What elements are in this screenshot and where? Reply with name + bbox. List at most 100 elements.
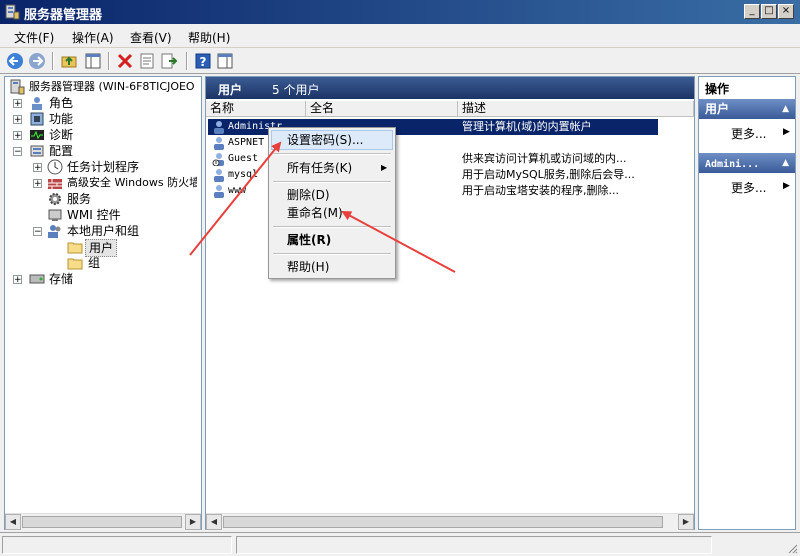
- expand-icon[interactable]: +: [13, 131, 22, 141]
- properties-icon[interactable]: [138, 52, 156, 70]
- tree-item-roles[interactable]: + 角色: [11, 95, 191, 111]
- menu-item-all-tasks[interactable]: 所有任务(K): [287, 159, 352, 177]
- user-icon: [214, 169, 224, 182]
- column-header-description[interactable]: 描述: [458, 101, 694, 117]
- show-hide-tree-icon[interactable]: [84, 52, 102, 70]
- user-icon: [214, 121, 224, 134]
- menu-item-properties[interactable]: 属性(R): [287, 231, 331, 249]
- tree-item-label: 配置: [49, 144, 74, 158]
- expand-icon[interactable]: +: [13, 115, 22, 125]
- collapse-arrow-icon[interactable]: ▲: [782, 153, 789, 173]
- tree-item-label: 本地用户和组: [67, 224, 140, 238]
- menu-item-help[interactable]: 帮助(H): [287, 258, 329, 276]
- show-hide-action-pane-icon[interactable]: [216, 52, 234, 70]
- resize-grip-icon[interactable]: [786, 542, 798, 554]
- expand-icon[interactable]: +: [33, 179, 42, 189]
- tree-item-wmi[interactable]: WMI 控件: [31, 207, 197, 223]
- action-pane-title: 操作: [705, 82, 730, 96]
- expand-icon[interactable]: +: [13, 275, 22, 285]
- user-description: 用于启动MySQL服务,删除后会导...: [462, 168, 635, 181]
- tree-item-services[interactable]: 服务: [31, 191, 197, 207]
- submenu-arrow-icon: ▶: [381, 163, 388, 172]
- scroll-right-icon[interactable]: ▶: [185, 514, 201, 530]
- up-folder-icon[interactable]: [60, 52, 78, 70]
- tree-item-label: 服务: [67, 192, 92, 206]
- list-header-title: 用户: [218, 83, 243, 97]
- scroll-left-icon[interactable]: ◀: [5, 514, 21, 530]
- menu-action[interactable]: 操作(A): [72, 29, 114, 46]
- tree-item-configuration[interactable]: − 配置: [11, 143, 191, 159]
- export-list-icon[interactable]: [160, 52, 178, 70]
- menu-view[interactable]: 查看(V): [130, 29, 172, 46]
- help-icon[interactable]: ?: [194, 52, 212, 70]
- user-name: ASPNET: [228, 137, 265, 148]
- list-header: 用户 5 个用户: [206, 77, 694, 99]
- column-header-name[interactable]: 名称: [206, 101, 306, 117]
- collapse-icon[interactable]: −: [13, 147, 22, 157]
- disabled-user-icon: [212, 153, 224, 166]
- tree-item-groups[interactable]: 组: [67, 255, 127, 271]
- scroll-thumb[interactable]: [223, 516, 663, 528]
- toolbar: ?: [0, 48, 800, 74]
- expand-icon[interactable]: +: [33, 163, 42, 173]
- user-description: 供来宾访问计算机或访问域的内...: [462, 152, 627, 165]
- tree-item-diagnostics[interactable]: + 诊断: [11, 127, 191, 143]
- tree-item-users[interactable]: 用户: [67, 239, 127, 257]
- menu-separator: [273, 253, 391, 255]
- list-horizontal-scrollbar[interactable]: ◀ ▶: [206, 513, 694, 530]
- tree-item-local-users-groups[interactable]: − 本地用户和组: [31, 223, 197, 239]
- action-section-users[interactable]: 用户 ▲: [699, 99, 795, 119]
- menu-item-delete[interactable]: 删除(D): [287, 186, 330, 204]
- user-name: www: [228, 185, 247, 196]
- server-manager-icon: [5, 4, 20, 20]
- scroll-thumb[interactable]: [22, 516, 182, 528]
- forward-icon[interactable]: [28, 52, 46, 70]
- tree-item-label: 组: [88, 256, 101, 270]
- user-description: 用于启动宝塔安装的程序,删除...: [462, 184, 619, 197]
- server-manager-icon: [10, 79, 25, 95]
- tree-item-label: 诊断: [49, 128, 74, 142]
- menu-separator: [273, 181, 391, 183]
- column-header-fullname[interactable]: 全名: [306, 101, 458, 117]
- submenu-arrow-icon: ▶: [783, 181, 790, 191]
- tree-item-features[interactable]: + 功能: [11, 111, 191, 127]
- clock-icon: [47, 159, 63, 175]
- wmi-icon: [48, 209, 62, 221]
- features-icon: [30, 112, 44, 126]
- close-button[interactable]: ×: [778, 4, 794, 19]
- back-icon[interactable]: [6, 52, 24, 70]
- minimize-button[interactable]: _: [744, 4, 760, 19]
- title-bar[interactable]: 服务器管理器 _ □ ×: [0, 0, 800, 24]
- folder-icon: [67, 242, 83, 254]
- tree-item-label: 存储: [49, 272, 74, 286]
- maximize-button[interactable]: □: [761, 4, 777, 19]
- action-section-admin[interactable]: Admini... ▲: [699, 153, 795, 173]
- services-gear-icon: [49, 193, 61, 205]
- scroll-left-icon[interactable]: ◀: [206, 514, 222, 530]
- tree-item-task-scheduler[interactable]: + 任务计划程序: [31, 159, 197, 175]
- menu-item-rename[interactable]: 重命名(M): [287, 204, 343, 222]
- action-pane: 操作 用户 ▲ 更多... ▶ Admini... ▲ 更多... ▶: [698, 76, 796, 530]
- action-more-link[interactable]: 更多... ▶: [731, 179, 790, 196]
- tree-horizontal-scrollbar[interactable]: ◀ ▶: [5, 513, 201, 530]
- action-more-label: 更多...: [731, 181, 767, 195]
- expand-icon[interactable]: +: [13, 99, 22, 109]
- menu-file[interactable]: 文件(F): [14, 29, 54, 46]
- collapse-arrow-icon[interactable]: ▲: [782, 99, 789, 119]
- diagnostics-icon: [30, 130, 44, 140]
- scroll-right-icon[interactable]: ▶: [678, 514, 694, 530]
- menu-item-set-password[interactable]: 设置密码(S)...: [287, 131, 363, 149]
- status-panel: [2, 536, 232, 554]
- firewall-icon: [48, 179, 62, 189]
- tree-root-label: 服务器管理器 (WIN-6F8TICJOEO: [29, 80, 195, 93]
- delete-icon[interactable]: [116, 52, 134, 70]
- tree-item-storage[interactable]: + 存储: [11, 271, 191, 287]
- toolbar-separator: [186, 52, 188, 70]
- menu-help[interactable]: 帮助(H): [188, 29, 230, 46]
- tree-item-firewall[interactable]: + 高级安全 Windows 防火墙: [31, 175, 197, 191]
- action-more-label: 更多...: [731, 127, 767, 141]
- collapse-icon[interactable]: −: [33, 227, 42, 237]
- toolbar-separator: [108, 52, 110, 70]
- tree-item-label: WMI 控件: [67, 208, 121, 222]
- action-more-link[interactable]: 更多... ▶: [731, 125, 790, 142]
